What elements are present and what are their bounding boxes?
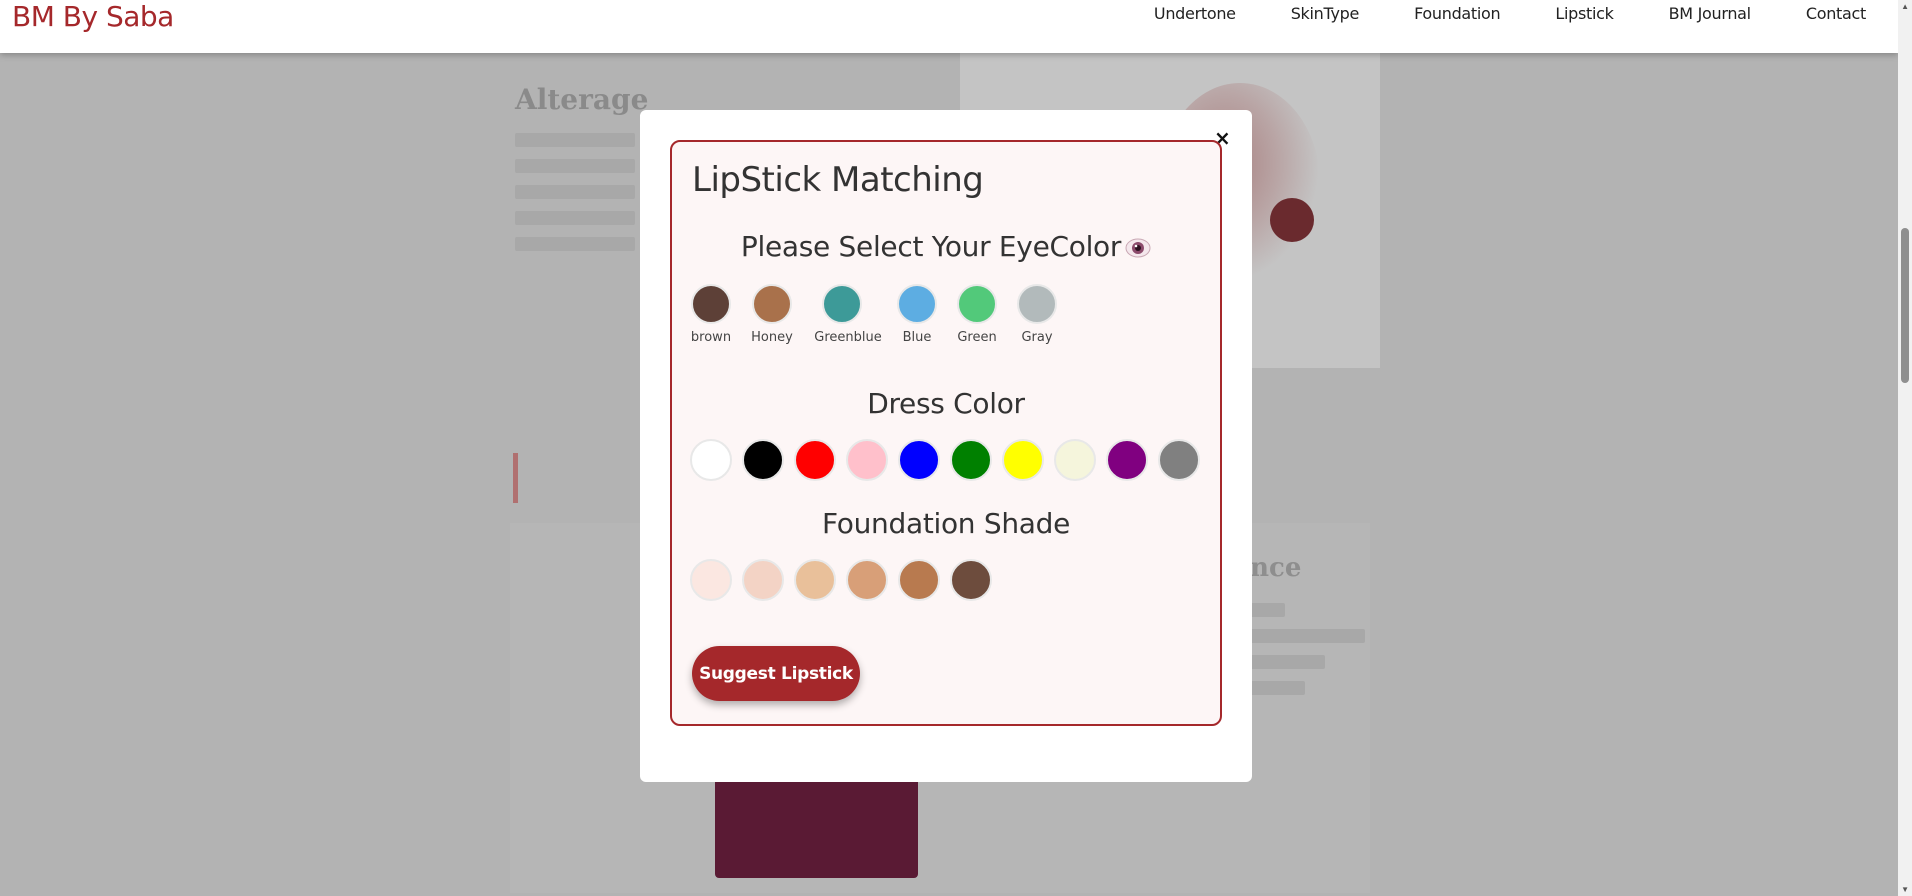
dress-swatch-green[interactable]: [950, 439, 992, 481]
scroll-down-arrow-icon[interactable]: ▼: [1901, 885, 1909, 894]
suggest-lipstick-button[interactable]: Suggest Lipstick: [692, 646, 860, 701]
eye-option-label: Gray: [1021, 330, 1053, 345]
eye-option-label: Greenblue: [814, 330, 882, 345]
eye-swatch[interactable]: [752, 284, 792, 324]
foundation-swatch-2[interactable]: [742, 559, 784, 601]
eye-swatch[interactable]: [691, 284, 731, 324]
eye-option-honey[interactable]: Honey: [751, 284, 793, 345]
eye-option-label: brown: [690, 330, 732, 345]
background-lip-dot: [1270, 198, 1314, 242]
lipstick-matching-modal: × LipStick Matching Please Select Your E…: [640, 110, 1252, 782]
background-heading: Alterage: [515, 83, 649, 116]
foundation-swatch-6[interactable]: [950, 559, 992, 601]
dress-swatch-white[interactable]: [690, 439, 732, 481]
background-product-image: [715, 773, 918, 878]
dress-swatch-blue[interactable]: [898, 439, 940, 481]
eye-option-brown[interactable]: brown: [690, 284, 732, 345]
lipstick-form-panel: LipStick Matching Please Select Your Eye…: [670, 140, 1222, 726]
dress-swatch-yellow[interactable]: [1002, 439, 1044, 481]
eye-swatch[interactable]: [1017, 284, 1057, 324]
eye-color-options: brown Honey Greenblue Blue Green Gray: [690, 284, 1058, 345]
foundation-swatch-3[interactable]: [794, 559, 836, 601]
modal-title: LipStick Matching: [692, 160, 984, 200]
nav-link-skintype[interactable]: SkinType: [1291, 4, 1360, 23]
dress-swatch-black[interactable]: [742, 439, 784, 481]
nav-link-lipstick[interactable]: Lipstick: [1555, 4, 1614, 23]
background-quote-bar: [513, 453, 518, 503]
dress-swatch-purple[interactable]: [1106, 439, 1148, 481]
foundation-shade-options: [690, 559, 1002, 601]
nav-link-contact[interactable]: Contact: [1806, 4, 1866, 23]
nav-link-undertone[interactable]: Undertone: [1154, 4, 1236, 23]
eye-option-label: Blue: [902, 330, 932, 345]
dress-color-section-title: Dress Color: [867, 387, 1025, 420]
brand-logo[interactable]: BM By Saba: [12, 0, 174, 33]
dress-color-options: [690, 439, 1210, 481]
foundation-swatch-5[interactable]: [898, 559, 940, 601]
eye-option-greenblue[interactable]: Greenblue: [812, 284, 884, 345]
nav-links: Undertone SkinType Foundation Lipstick B…: [1099, 4, 1866, 23]
eye-option-gray[interactable]: Gray: [1016, 284, 1058, 345]
background-text-line: [1235, 629, 1365, 643]
page-scrollbar[interactable]: ▲ ▼: [1898, 0, 1912, 896]
eye-swatch[interactable]: [957, 284, 997, 324]
eye-option-label: Green: [957, 330, 997, 345]
navbar: BM By Saba Undertone SkinType Foundation…: [0, 0, 1898, 53]
eye-option-label: Honey: [751, 330, 793, 345]
background-text-line: [515, 211, 635, 225]
eye-option-blue[interactable]: Blue: [896, 284, 938, 345]
background-text-line: [515, 133, 635, 147]
eye-swatch[interactable]: [822, 284, 862, 324]
foundation-shade-section-title: Foundation Shade: [821, 507, 1071, 540]
dress-swatch-red[interactable]: [794, 439, 836, 481]
foundation-swatch-4[interactable]: [846, 559, 888, 601]
foundation-swatch-1[interactable]: [690, 559, 732, 601]
eye-color-section-title: Please Select Your EyeColor: [672, 230, 1220, 263]
dress-swatch-pink[interactable]: [846, 439, 888, 481]
nav-link-journal[interactable]: BM Journal: [1669, 4, 1752, 23]
background-text-line: [515, 159, 635, 173]
eye-swatch[interactable]: [897, 284, 937, 324]
scroll-thumb[interactable]: [1901, 228, 1909, 383]
eye-option-green[interactable]: Green: [956, 284, 998, 345]
nav-link-foundation[interactable]: Foundation: [1414, 4, 1501, 23]
scroll-up-arrow-icon[interactable]: ▲: [1901, 2, 1909, 11]
dress-swatch-gray[interactable]: [1158, 439, 1200, 481]
eye-color-title-text: Please Select Your EyeColor: [740, 230, 1122, 263]
dress-swatch-beige[interactable]: [1054, 439, 1096, 481]
background-text-line: [515, 185, 635, 199]
eye-icon: [1125, 238, 1151, 258]
background-text-line: [515, 237, 635, 251]
